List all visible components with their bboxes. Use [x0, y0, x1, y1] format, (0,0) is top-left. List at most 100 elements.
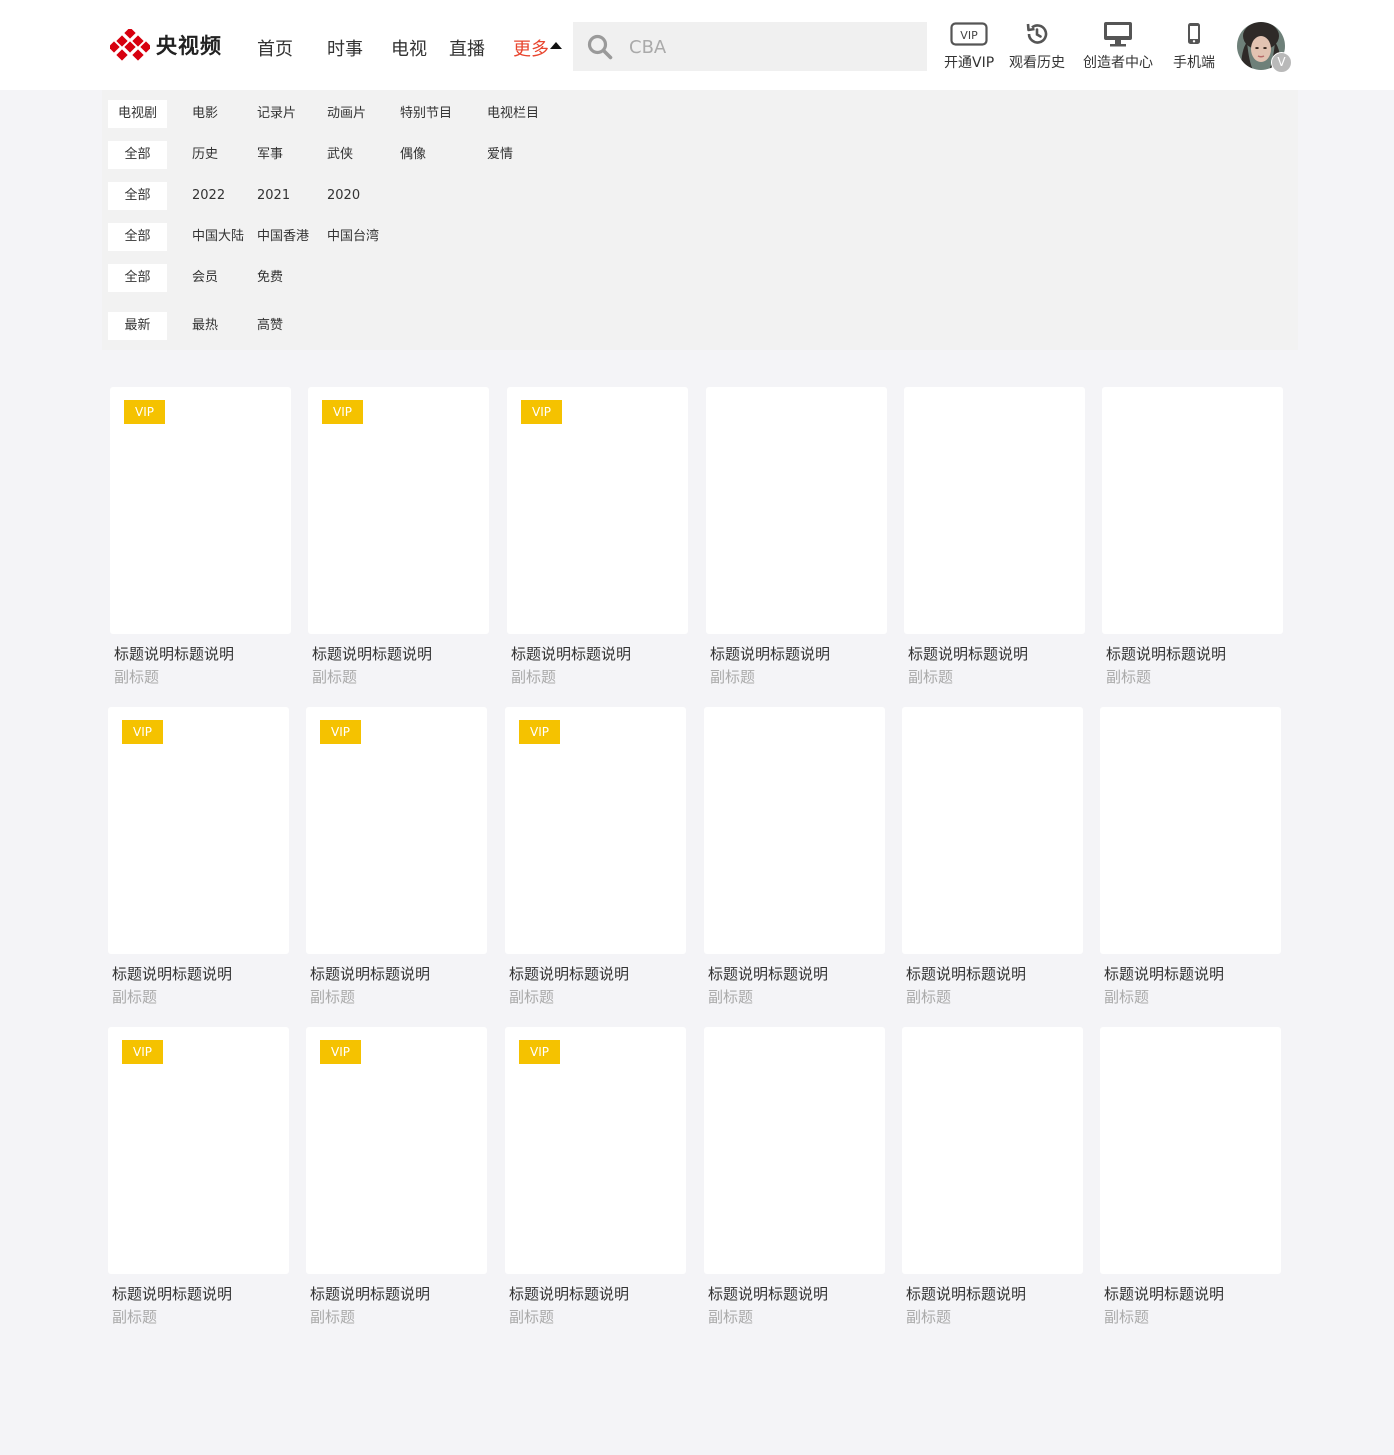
video-card[interactable]: VIP 标题说明标题说明 副标题	[110, 387, 291, 687]
filter-sort-hottest[interactable]: 最热	[192, 312, 218, 340]
video-poster[interactable]: VIP	[110, 387, 291, 634]
video-title[interactable]: 标题说明标题说明	[908, 643, 1085, 664]
video-card[interactable]: 标题说明标题说明 副标题	[704, 707, 885, 1007]
video-card[interactable]: 标题说明标题说明 副标题	[902, 1027, 1083, 1327]
video-title[interactable]: 标题说明标题说明	[906, 963, 1083, 984]
filter-category-special[interactable]: 特别节目	[400, 100, 452, 128]
filter-region-hongkong[interactable]: 中国香港	[257, 223, 309, 251]
video-title[interactable]: 标题说明标题说明	[906, 1283, 1083, 1304]
video-title[interactable]: 标题说明标题说明	[509, 963, 686, 984]
video-card[interactable]: VIP 标题说明标题说明 副标题	[505, 1027, 686, 1327]
filter-genre-all[interactable]: 全部	[108, 141, 167, 169]
video-poster[interactable]	[704, 1027, 885, 1274]
video-title[interactable]: 标题说明标题说明	[112, 1283, 289, 1304]
video-card[interactable]: 标题说明标题说明 副标题	[706, 387, 887, 687]
video-poster[interactable]	[704, 707, 885, 954]
video-poster[interactable]	[902, 707, 1083, 954]
brand-logo[interactable]: 央视频	[110, 28, 222, 62]
filter-category-movie[interactable]: 电影	[192, 100, 218, 128]
video-poster[interactable]: VIP	[306, 707, 487, 954]
filter-sort-most-liked[interactable]: 高赞	[257, 312, 283, 340]
filter-year-all[interactable]: 全部	[108, 182, 167, 210]
filter-pay-all[interactable]: 全部	[108, 264, 167, 292]
video-subtitle: 副标题	[509, 988, 555, 1006]
filter-category-documentary[interactable]: 记录片	[257, 100, 296, 128]
video-title[interactable]: 标题说明标题说明	[708, 963, 885, 984]
video-poster[interactable]: VIP	[505, 1027, 686, 1274]
vip-badge: VIP	[519, 720, 560, 744]
filter-year-2022[interactable]: 2022	[192, 182, 225, 210]
video-title[interactable]: 标题说明标题说明	[310, 963, 487, 984]
video-card[interactable]: VIP 标题说明标题说明 副标题	[108, 1027, 289, 1327]
filter-category-tv-drama[interactable]: 电视剧	[108, 100, 167, 128]
video-poster[interactable]	[1102, 387, 1283, 634]
video-card[interactable]: 标题说明标题说明 副标题	[1100, 707, 1281, 1007]
video-poster[interactable]	[902, 1027, 1083, 1274]
history-icon	[1026, 23, 1048, 44]
open-vip-button[interactable]: VIP 开通VIP	[944, 20, 994, 72]
search-icon[interactable]	[587, 34, 613, 60]
video-title[interactable]: 标题说明标题说明	[310, 1283, 487, 1304]
video-subtitle: 副标题	[708, 1308, 754, 1326]
video-title[interactable]: 标题说明标题说明	[1104, 963, 1281, 984]
creator-center-button[interactable]: 创造者中心	[1083, 20, 1153, 72]
filter-pay-free[interactable]: 免费	[257, 264, 283, 292]
video-poster[interactable]	[706, 387, 887, 634]
nav-home[interactable]: 首页	[257, 35, 293, 61]
filter-year-2021[interactable]: 2021	[257, 182, 290, 210]
video-card[interactable]: VIP 标题说明标题说明 副标题	[507, 387, 688, 687]
video-poster[interactable]: VIP	[108, 1027, 289, 1274]
filter-genre-idol[interactable]: 偶像	[400, 141, 426, 169]
video-card[interactable]: VIP 标题说明标题说明 副标题	[306, 1027, 487, 1327]
search-input[interactable]	[627, 22, 921, 73]
video-poster[interactable]: VIP	[308, 387, 489, 634]
video-poster[interactable]	[904, 387, 1085, 634]
video-card[interactable]: 标题说明标题说明 副标题	[904, 387, 1085, 687]
video-card[interactable]: 标题说明标题说明 副标题	[1102, 387, 1283, 687]
video-title[interactable]: 标题说明标题说明	[112, 963, 289, 984]
video-title[interactable]: 标题说明标题说明	[1106, 643, 1283, 664]
vip-level-badge: V	[1271, 52, 1292, 73]
video-poster[interactable]: VIP	[505, 707, 686, 954]
video-poster[interactable]	[1100, 707, 1281, 954]
nav-more[interactable]: 更多	[513, 35, 549, 61]
filter-year-2020[interactable]: 2020	[327, 182, 360, 210]
caret-up-icon[interactable]	[550, 42, 562, 49]
video-poster[interactable]	[1100, 1027, 1281, 1274]
video-card[interactable]: VIP 标题说明标题说明 副标题	[306, 707, 487, 1007]
video-title[interactable]: 标题说明标题说明	[509, 1283, 686, 1304]
nav-news[interactable]: 时事	[327, 35, 363, 61]
filter-region-mainland[interactable]: 中国大陆	[192, 223, 244, 251]
video-card[interactable]: VIP 标题说明标题说明 副标题	[505, 707, 686, 1007]
video-card[interactable]: VIP 标题说明标题说明 副标题	[108, 707, 289, 1007]
filter-genre-history[interactable]: 历史	[192, 141, 218, 169]
svg-text:VIP: VIP	[960, 29, 978, 42]
video-card[interactable]: VIP 标题说明标题说明 副标题	[308, 387, 489, 687]
video-card[interactable]: 标题说明标题说明 副标题	[902, 707, 1083, 1007]
video-title[interactable]: 标题说明标题说明	[114, 643, 291, 664]
filter-sort-latest[interactable]: 最新	[108, 312, 167, 340]
filter-region-taiwan[interactable]: 中国台湾	[327, 223, 379, 251]
filter-region-all[interactable]: 全部	[108, 223, 167, 251]
filter-genre-military[interactable]: 军事	[257, 141, 283, 169]
nav-live[interactable]: 直播	[449, 35, 485, 61]
filter-genre-wuxia[interactable]: 武侠	[327, 141, 353, 169]
video-title[interactable]: 标题说明标题说明	[710, 643, 887, 664]
video-card[interactable]: 标题说明标题说明 副标题	[704, 1027, 885, 1327]
video-title[interactable]: 标题说明标题说明	[708, 1283, 885, 1304]
monitor-icon	[1104, 22, 1132, 47]
video-poster[interactable]: VIP	[507, 387, 688, 634]
video-card[interactable]: 标题说明标题说明 副标题	[1100, 1027, 1281, 1327]
video-title[interactable]: 标题说明标题说明	[511, 643, 688, 664]
video-poster[interactable]: VIP	[108, 707, 289, 954]
video-title[interactable]: 标题说明标题说明	[312, 643, 489, 664]
filter-genre-romance[interactable]: 爱情	[487, 141, 513, 169]
nav-tv[interactable]: 电视	[391, 35, 427, 61]
watch-history-button[interactable]: 观看历史	[1009, 20, 1065, 72]
filter-category-tv-column[interactable]: 电视栏目	[487, 100, 539, 128]
video-poster[interactable]: VIP	[306, 1027, 487, 1274]
filter-pay-member[interactable]: 会员	[192, 264, 218, 292]
filter-category-animation[interactable]: 动画片	[327, 100, 366, 128]
mobile-app-button[interactable]: 手机端	[1173, 20, 1215, 72]
video-title[interactable]: 标题说明标题说明	[1104, 1283, 1281, 1304]
